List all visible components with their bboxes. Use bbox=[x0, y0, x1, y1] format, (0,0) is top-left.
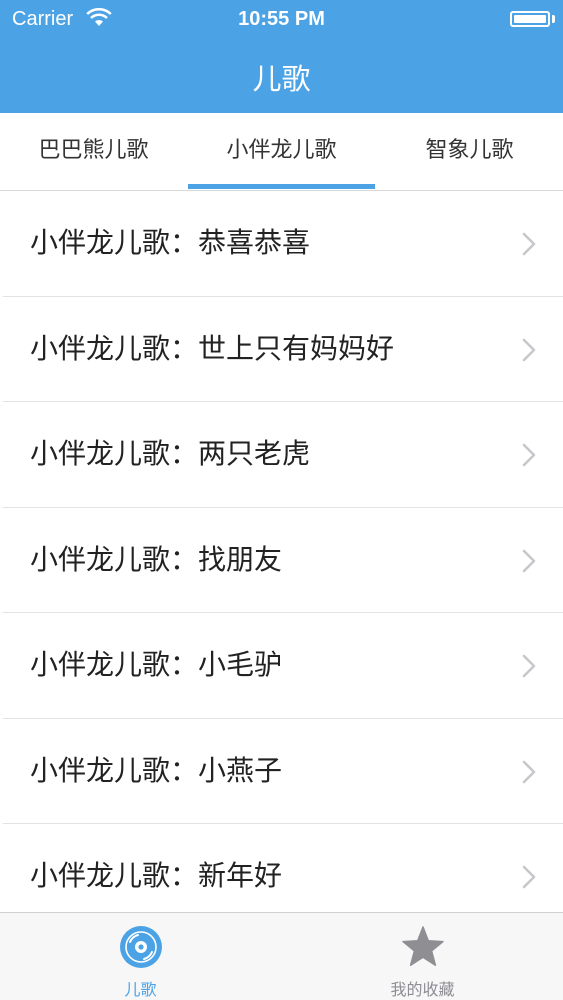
chevron-right-icon bbox=[522, 443, 536, 467]
list-item-label: 小伴龙儿歌：两只老虎 bbox=[30, 437, 311, 470]
tabbar-label: 儿歌 bbox=[124, 980, 157, 999]
chevron-right-icon bbox=[522, 549, 536, 572]
page-title: 儿歌 bbox=[252, 62, 311, 96]
tab-zhixiang[interactable]: 智象儿歌 bbox=[376, 113, 563, 191]
chevron-right-icon bbox=[522, 232, 536, 256]
list-item-label: 小伴龙儿歌：找朋友 bbox=[30, 542, 283, 576]
list-item-label: 小伴龙儿歌：小燕子 bbox=[30, 753, 283, 787]
tab-xiaobanlong[interactable]: 小伴龙儿歌 bbox=[188, 113, 375, 191]
star-icon bbox=[402, 926, 444, 966]
list-item[interactable]: 小伴龙儿歌：找朋友 bbox=[3, 508, 563, 613]
header: Carrier 10:55 PM 儿歌 bbox=[0, 0, 563, 113]
tab-selected-indicator bbox=[188, 184, 375, 189]
list-item[interactable]: 小伴龙儿歌：世上只有妈妈好 bbox=[3, 297, 563, 402]
tabbar-item-songs[interactable]: 儿歌 bbox=[0, 913, 281, 1000]
category-tabs: 巴巴熊儿歌 小伴龙儿歌 智象儿歌 bbox=[0, 113, 563, 191]
battery-icon bbox=[510, 11, 550, 27]
battery-cap bbox=[552, 15, 555, 23]
list-item[interactable]: 小伴龙儿歌：小燕子 bbox=[3, 719, 563, 824]
disc-icon bbox=[120, 926, 162, 968]
tabbar-item-favorites[interactable]: 我的收藏 bbox=[282, 913, 563, 1000]
bottom-tab-bar: 儿歌 我的收藏 bbox=[0, 912, 563, 1000]
list-item[interactable]: 小伴龙儿歌：恭喜恭喜 bbox=[3, 191, 563, 297]
list-item-label: 小伴龙儿歌：世上只有妈妈好 bbox=[30, 331, 395, 365]
list-item-label: 小伴龙儿歌：小毛驴 bbox=[30, 648, 283, 681]
clock: 10:55 PM bbox=[238, 8, 325, 30]
tab-babaxiong[interactable]: 巴巴熊儿歌 bbox=[0, 113, 187, 191]
battery-level bbox=[514, 15, 546, 23]
chevron-right-icon bbox=[522, 865, 536, 889]
list-item[interactable]: 小伴龙儿歌：新年好 bbox=[3, 824, 563, 912]
song-list[interactable]: 小伴龙儿歌：恭喜恭喜 小伴龙儿歌：世上只有妈妈好 小伴龙儿歌：两只老虎 小伴龙儿… bbox=[0, 191, 563, 912]
tabbar-label: 我的收藏 bbox=[390, 980, 455, 999]
list-item-label: 小伴龙儿歌：新年好 bbox=[30, 859, 283, 892]
chevron-right-icon bbox=[522, 760, 536, 783]
chevron-right-icon bbox=[522, 338, 536, 361]
app-screen: Carrier 10:55 PM 儿歌 巴巴熊儿歌 小伴龙儿歌 智象儿歌 小伴龙… bbox=[0, 0, 563, 1000]
chevron-right-icon bbox=[522, 654, 536, 678]
status-bar: Carrier 10:55 PM bbox=[0, 0, 563, 40]
list-item[interactable]: 小伴龙儿歌：小毛驴 bbox=[3, 613, 563, 719]
list-item[interactable]: 小伴龙儿歌：两只老虎 bbox=[3, 402, 563, 508]
list-item-label: 小伴龙儿歌：恭喜恭喜 bbox=[30, 226, 311, 259]
